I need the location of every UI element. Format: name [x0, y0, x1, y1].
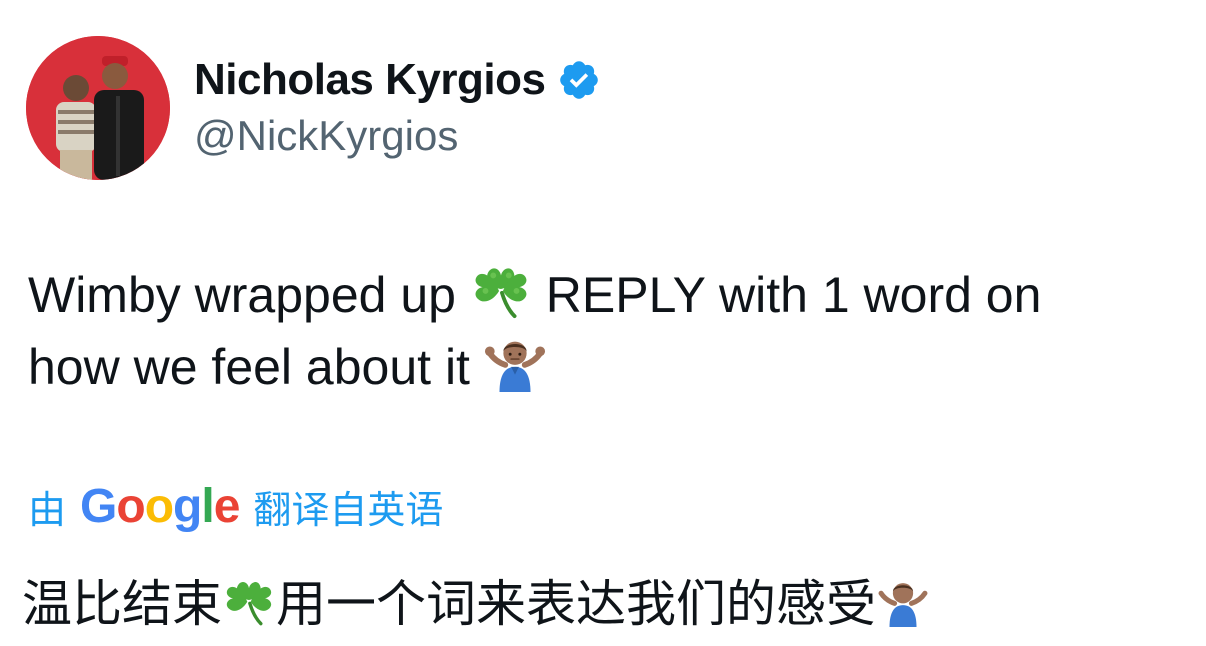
tweet-line-1: Wimby wrapped up REPLY with 1 word on: [28, 258, 1178, 330]
shamrock-icon: [470, 258, 532, 320]
person-shrugging-icon: [876, 573, 930, 627]
tweet-text: Wimby wrapped up REPLY with 1 word on ho: [28, 258, 1178, 402]
translation-suffix: 翻译自英语: [253, 487, 444, 532]
author-display-name[interactable]: Nicholas Kyrgios: [194, 55, 546, 105]
shamrock-icon: [222, 573, 276, 627]
tweet-text-segment: Wimby wrapped up: [28, 267, 456, 323]
tweet-text-segment: how we feel about it: [28, 339, 470, 395]
translation-attribution[interactable]: 由 Google 翻译自英语: [28, 476, 443, 536]
translated-text: 温比结束 用一个词来表达我们的感受: [22, 568, 930, 640]
avatar[interactable]: [26, 36, 170, 180]
translated-text-segment: 用一个词来表达我们的感受: [276, 575, 876, 633]
google-logo: Google: [80, 479, 240, 533]
author-handle[interactable]: @NickKyrgios: [194, 112, 458, 160]
tweet-line-2: how we feel about it: [28, 330, 1178, 402]
tweet-text-segment: REPLY with 1 word on: [545, 267, 1042, 323]
avatar-photo: [26, 36, 170, 180]
translation-prefix: 由: [28, 487, 67, 532]
person-shrugging-icon: [484, 330, 546, 392]
verified-badge-icon[interactable]: [557, 58, 601, 102]
translated-text-segment: 温比结束: [22, 575, 222, 633]
author-name-row[interactable]: Nicholas Kyrgios: [194, 52, 601, 108]
